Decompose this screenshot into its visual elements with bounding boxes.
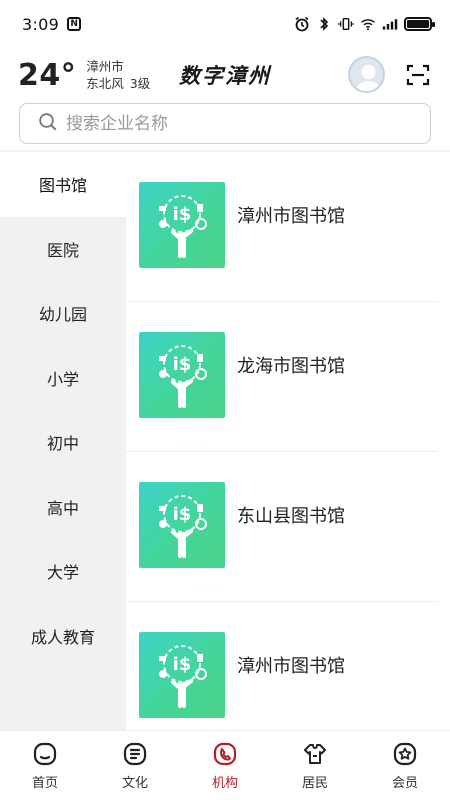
institution-name: 漳州市图书馆 [237,206,345,227]
category-label: 医院 [46,240,79,260]
header: 24° 漳州市 东北风 3级 数字漳州 [0,50,450,100]
nav-institution[interactable]: 机构 [180,731,270,800]
app-screen: 3:09 N 24° 漳州市 东北风 3级 数字漳州 搜索企业名称 图书馆 医院… [0,0,450,800]
home-icon [32,741,58,767]
category-hospital[interactable]: 医院 [0,217,126,282]
category-senior-high[interactable]: 高中 [0,475,126,540]
library-tree-icon: i$ [139,632,225,718]
signal-icon [382,16,398,32]
wind-level: 3级 [129,76,151,91]
search-input[interactable] [66,113,406,134]
status-time: 3:09 [22,14,60,34]
category-kindergarten[interactable]: 幼儿园 [0,281,126,346]
institution-name: 东山县图书馆 [237,506,345,527]
status-icons [294,16,435,32]
list-item[interactable]: i$ 东山县图书馆 [126,452,438,602]
nav-label: 机构 [211,775,238,791]
nfc-icon: N [67,17,82,31]
nav-label: 会员 [391,775,418,791]
search-icon [38,112,58,136]
status-bar: 3:09 N [0,0,450,48]
list-item[interactable]: i$ 漳州市图书馆 [126,152,438,302]
institution-list: i$ 漳州市图书馆 i$ 龙海市图书馆 i$ 东山县图书馆 i$ 漳州市图书馆 [126,152,450,730]
category-label: 小学 [46,369,79,389]
battery-icon [404,17,435,31]
city-name: 漳州市 [86,59,124,74]
alarm-icon [294,16,310,32]
wind-direction: 东北风 [86,76,124,91]
category-junior-high[interactable]: 初中 [0,410,126,475]
category-label: 幼儿园 [38,305,87,325]
list-item[interactable]: i$ 龙海市图书馆 [126,302,438,452]
culture-icon [122,741,148,767]
nav-home[interactable]: 首页 [0,731,90,800]
nav-label: 文化 [121,775,148,791]
nav-label: 居民 [301,775,328,791]
institution-name: 龙海市图书馆 [237,356,345,377]
user-avatar-icon [355,65,382,91]
institution-icon [212,741,238,767]
category-label: 高中 [46,498,79,518]
library-tree-icon: i$ [139,332,225,418]
bottom-nav: 首页 文化 机构 居民 会员 [0,730,450,800]
institution-name: 漳州市图书馆 [237,656,345,677]
bluetooth-icon [316,16,332,32]
svg-text:i$: i$ [173,504,192,525]
temperature: 24° [18,57,77,93]
category-label: 图书馆 [38,176,87,196]
member-icon [392,741,418,767]
category-adult-education[interactable]: 成人教育 [0,604,126,669]
library-tree-icon: i$ [139,482,225,568]
category-library[interactable]: 图书馆 [0,152,126,217]
weather-info: 漳州市 东北风 3级 [86,58,150,92]
wifi-icon [360,16,376,32]
svg-text:i$: i$ [173,204,192,225]
vibrate-icon [338,16,354,32]
search-bar[interactable] [19,103,431,144]
wind-info: 东北风 3级 [86,75,150,92]
svg-text:i$: i$ [173,654,192,675]
category-label: 大学 [46,563,79,583]
avatar[interactable] [348,56,385,93]
category-university[interactable]: 大学 [0,539,126,604]
category-primary-school[interactable]: 小学 [0,346,126,411]
residents-icon [302,741,328,767]
scan-icon[interactable] [406,63,430,87]
category-label: 初中 [46,434,79,454]
nav-label: 首页 [31,775,58,791]
svg-text:i$: i$ [173,354,192,375]
category-sidebar: 图书馆 医院 幼儿园 小学 初中 高中 大学 成人教育 [0,152,126,730]
library-tree-icon: i$ [139,182,225,268]
nav-residents[interactable]: 居民 [270,731,360,800]
category-label: 成人教育 [30,627,95,647]
nav-member[interactable]: 会员 [360,731,450,800]
list-item[interactable]: i$ 漳州市图书馆 [126,602,438,730]
nav-culture[interactable]: 文化 [90,731,180,800]
